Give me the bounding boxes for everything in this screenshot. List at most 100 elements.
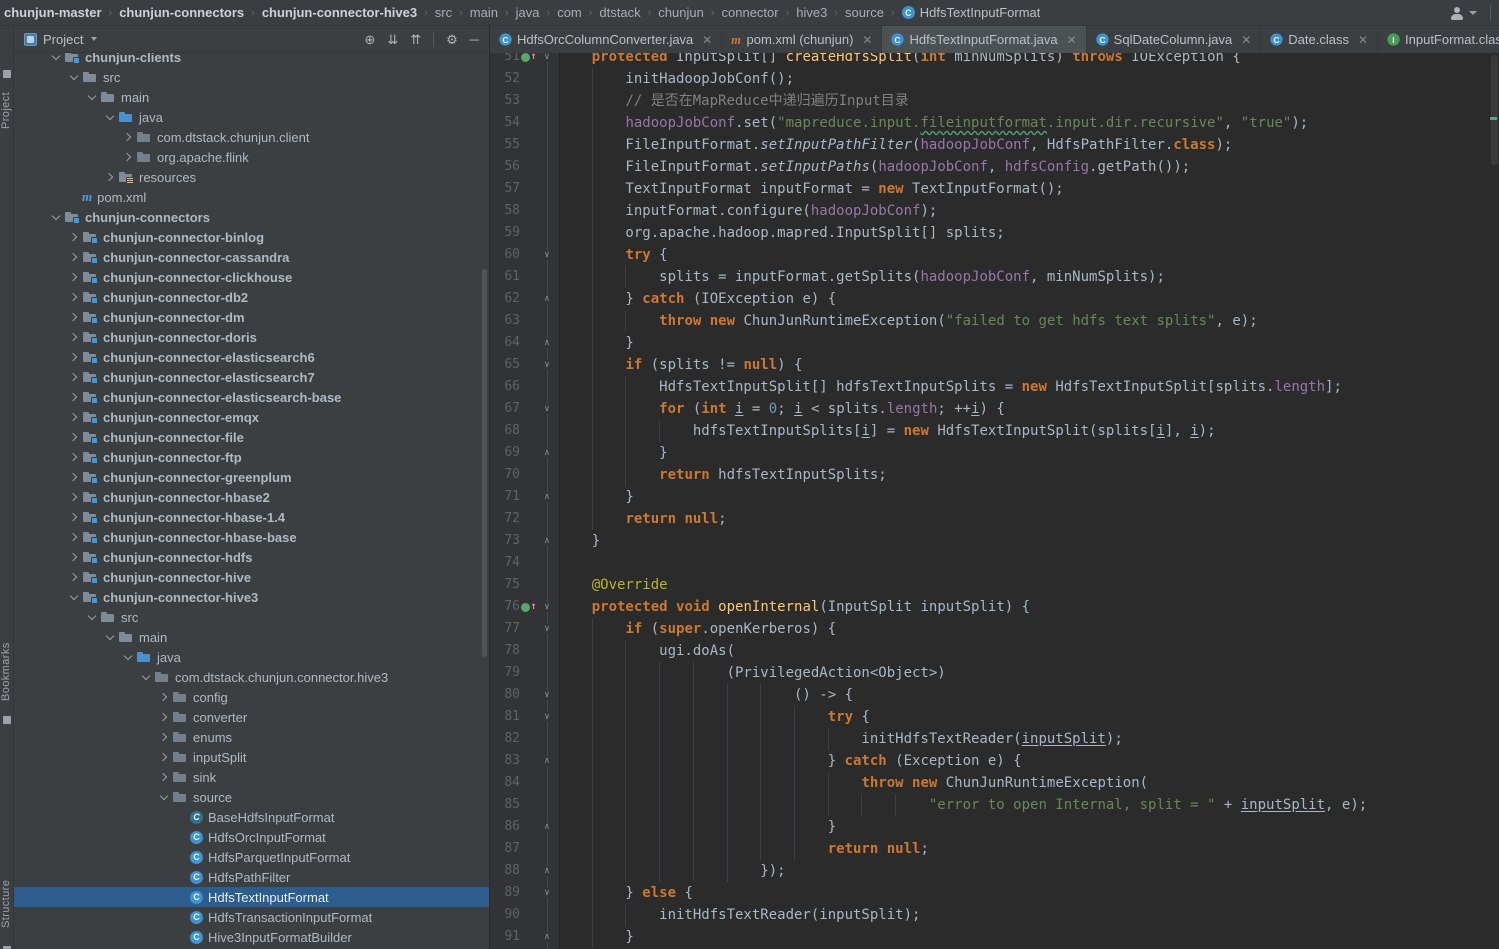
- chevron-icon[interactable]: [155, 796, 172, 799]
- fold-icon[interactable]: ∨: [538, 398, 556, 420]
- code-line-text[interactable]: (PrivilegedAction<Object>): [556, 662, 1499, 684]
- chevron-icon[interactable]: [65, 334, 82, 340]
- tree-item[interactable]: CHdfsOrcInputFormat: [14, 827, 489, 847]
- fold-icon[interactable]: ∧: [538, 926, 556, 948]
- code-line-text[interactable]: initHdfsTextReader(inputSplit);: [556, 728, 1499, 750]
- editor-tab[interactable]: mpom.xml (chunjun)✕: [722, 26, 882, 53]
- tree-item[interactable]: chunjun-connector-elasticsearch7: [14, 367, 489, 387]
- fold-icon[interactable]: ∧: [538, 486, 556, 508]
- tree-item[interactable]: converter: [14, 707, 489, 727]
- tree-item[interactable]: CHdfsParquetInputFormat: [14, 847, 489, 867]
- chevron-icon[interactable]: [65, 354, 82, 360]
- chevron-icon[interactable]: [65, 554, 82, 560]
- editor-scrollbar[interactable]: [1491, 55, 1498, 165]
- fold-icon[interactable]: ∧: [538, 750, 556, 772]
- close-icon[interactable]: ✕: [1241, 34, 1251, 46]
- locate-icon[interactable]: ⊕: [364, 33, 375, 46]
- code-line-text[interactable]: inputFormat.configure(hadoopJobConf);: [556, 200, 1499, 222]
- breadcrumb-item[interactable]: main: [470, 5, 498, 20]
- tree-item[interactable]: chunjun-connector-doris: [14, 327, 489, 347]
- tree-item[interactable]: chunjun-connector-emqx: [14, 407, 489, 427]
- fold-icon[interactable]: ∨: [538, 684, 556, 706]
- chevron-icon[interactable]: [155, 694, 172, 700]
- tree-item[interactable]: CHdfsTextInputFormat: [14, 887, 489, 907]
- code-line-text[interactable]: "error to open Internal, split = " + inp…: [556, 794, 1499, 816]
- tool-window-button-bookmarks[interactable]: Bookmarks: [0, 634, 14, 710]
- override-icon[interactable]: ↑: [520, 53, 538, 68]
- fold-icon[interactable]: ∨: [538, 618, 556, 640]
- tree-item[interactable]: enums: [14, 727, 489, 747]
- tree-item[interactable]: config: [14, 687, 489, 707]
- chevron-down-icon[interactable]: [1469, 11, 1477, 15]
- tree-item[interactable]: main: [14, 627, 489, 647]
- tree-item[interactable]: CHdfsPathFilter: [14, 867, 489, 887]
- chevron-icon[interactable]: [119, 154, 136, 160]
- chevron-icon[interactable]: [65, 76, 82, 79]
- code-line-text[interactable]: }: [556, 332, 1499, 354]
- code-line-text[interactable]: }: [556, 816, 1499, 838]
- chevron-icon[interactable]: [65, 434, 82, 440]
- code-line-text[interactable]: HdfsTextInputSplit[] hdfsTextInputSplits…: [556, 376, 1499, 398]
- code-line-text[interactable]: initHdfsTextReader(inputSplit);: [556, 904, 1499, 926]
- chevron-icon[interactable]: [119, 656, 136, 659]
- chevron-icon[interactable]: [101, 116, 118, 119]
- chevron-icon[interactable]: [65, 514, 82, 520]
- code-line-text[interactable]: if (splits != null) {: [556, 354, 1499, 376]
- code-line-text[interactable]: }: [556, 442, 1499, 464]
- tree-item[interactable]: mpom.xml: [14, 187, 489, 207]
- breadcrumb-item[interactable]: java: [516, 5, 540, 20]
- chevron-icon[interactable]: [65, 474, 82, 480]
- chevron-icon[interactable]: [47, 56, 64, 59]
- code-line-text[interactable]: try {: [556, 244, 1499, 266]
- code-line-text[interactable]: // 是否在MapReduce中递归遍历Input目录: [556, 90, 1499, 112]
- editor-tab[interactable]: CHdfsOrcColumnConverter.java✕: [490, 26, 722, 53]
- tree-scrollbar[interactable]: [482, 269, 487, 657]
- fold-icon[interactable]: ∧: [538, 860, 556, 882]
- chevron-icon[interactable]: [155, 734, 172, 740]
- code-line-text[interactable]: } catch (IOException e) {: [556, 288, 1499, 310]
- tree-item[interactable]: chunjun-connector-cassandra: [14, 247, 489, 267]
- chevron-icon[interactable]: [83, 616, 100, 619]
- breadcrumb-item[interactable]: connector: [722, 5, 779, 20]
- code-line-text[interactable]: });: [556, 860, 1499, 882]
- tree-item[interactable]: CHdfsTransactionInputFormat: [14, 907, 489, 927]
- code-line-text[interactable]: () -> {: [556, 684, 1499, 706]
- code-line-text[interactable]: hadoopJobConf.set("mapreduce.input.filei…: [556, 112, 1499, 134]
- tree-item[interactable]: src: [14, 607, 489, 627]
- tree-item[interactable]: inputSplit: [14, 747, 489, 767]
- tree-item[interactable]: com.dtstack.chunjun.connector.hive3: [14, 667, 489, 687]
- tree-item[interactable]: source: [14, 787, 489, 807]
- breadcrumb-item[interactable]: dtstack: [599, 5, 640, 20]
- code-line-text[interactable]: FileInputFormat.setInputPaths(hadoopJobC…: [556, 156, 1499, 178]
- chevron-icon[interactable]: [155, 774, 172, 780]
- breadcrumb-item[interactable]: chunjun-master: [4, 5, 102, 20]
- tree-item[interactable]: chunjun-connector-clickhouse: [14, 267, 489, 287]
- tree-item[interactable]: chunjun-clients: [14, 53, 489, 67]
- tree-item[interactable]: chunjun-connector-ftp: [14, 447, 489, 467]
- breadcrumb-item[interactable]: hive3: [796, 5, 827, 20]
- fold-icon[interactable]: ∨: [538, 596, 556, 618]
- chevron-icon[interactable]: [119, 134, 136, 140]
- tree-item[interactable]: chunjun-connector-hive: [14, 567, 489, 587]
- user-icon[interactable]: [1450, 6, 1464, 20]
- code-line-text[interactable]: TextInputFormat inputFormat = new TextIn…: [556, 178, 1499, 200]
- code-line-text[interactable]: }: [556, 486, 1499, 508]
- chevron-icon[interactable]: [65, 254, 82, 260]
- tree-item[interactable]: chunjun-connector-db2: [14, 287, 489, 307]
- fold-icon[interactable]: ∨: [538, 244, 556, 266]
- code-line-text[interactable]: @Override: [556, 574, 1499, 596]
- override-icon[interactable]: ↑: [520, 596, 538, 618]
- chevron-icon[interactable]: [65, 596, 82, 599]
- code-line-text[interactable]: }: [556, 926, 1499, 948]
- chevron-icon[interactable]: [101, 174, 118, 180]
- editor-tab[interactable]: CSqlDateColumn.java✕: [1087, 26, 1262, 53]
- chevron-icon[interactable]: [65, 454, 82, 460]
- gear-icon[interactable]: ⚙: [446, 33, 458, 46]
- code-line-text[interactable]: } else {: [556, 882, 1499, 904]
- code-line-text[interactable]: org.apache.hadoop.mapred.InputSplit[] sp…: [556, 222, 1499, 244]
- fold-icon[interactable]: ∨: [538, 706, 556, 728]
- tree-item[interactable]: resources: [14, 167, 489, 187]
- tool-window-button-project[interactable]: Project: [0, 84, 14, 136]
- tree-item[interactable]: src: [14, 67, 489, 87]
- code-line-text[interactable]: return null;: [556, 838, 1499, 860]
